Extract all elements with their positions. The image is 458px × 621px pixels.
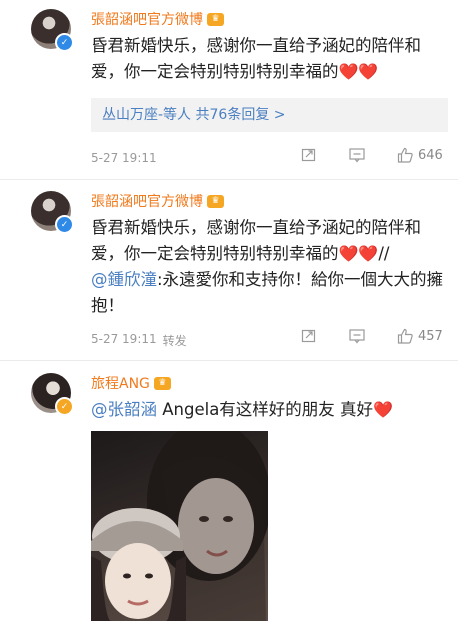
verified-gold-badge-icon: ✓ [55,397,74,416]
avatar[interactable]: ✓ [31,9,74,52]
comment-meta: 5-27 19:11 [91,151,157,165]
comment-text: 昏君新婚快乐，感谢你一直给予涵妃的陪伴和爱，你一定会特别特别特别幸福的❤️❤️ [91,33,446,85]
comment-actions: 457 [300,327,443,345]
photo-content [91,431,268,621]
comment-text: 昏君新婚快乐，感谢你一直给予涵妃的陪伴和爱，你一定会特别特别特别幸福的❤️❤️/… [91,215,446,319]
like-icon[interactable] [396,146,414,164]
heart-emoji: ❤️ [373,400,393,419]
comment-actions: 646 [300,146,443,164]
reply-preview[interactable]: 丛山万座-等人 共76条回复 > [91,98,448,132]
comment-body: Angela有这样好的朋友 真好 [157,400,374,419]
heart-emoji: ❤️❤️ [338,244,379,263]
verified-badge-icon: ✓ [55,215,74,234]
author-name[interactable]: 張韶涵吧官方微博 ♛ [91,9,224,29]
author-name[interactable]: 張韶涵吧官方微博 ♛ [91,191,224,211]
like-icon[interactable] [396,327,414,345]
mention-link[interactable]: @张韶涵 [91,400,157,419]
crown-icon: ♛ [207,194,224,208]
heart-emoji: ❤️❤️ [338,62,379,81]
like-count[interactable]: 457 [418,329,443,344]
divider [0,179,458,180]
reply-preview-user[interactable]: 丛山万座-等人 [102,107,191,123]
avatar[interactable]: ✓ [31,191,74,234]
comment-meta: 5-27 19:11 转发 [91,332,187,349]
crown-icon: ♛ [153,376,171,390]
repost-icon[interactable] [300,146,318,164]
mention-link[interactable]: @鍾欣潼 [91,270,157,289]
comment-icon[interactable] [348,327,366,345]
repost-label[interactable]: 转发 [163,332,187,349]
like-count[interactable]: 646 [418,148,443,163]
repost-separator: // [378,244,390,263]
timestamp: 5-27 19:11 [91,332,157,346]
author-name-text[interactable]: 旅程ANG [91,373,150,393]
crown-icon: ♛ [207,12,224,26]
attached-photo[interactable] [91,431,268,621]
avatar[interactable]: ✓ [31,373,74,416]
author-name-text[interactable]: 張韶涵吧官方微博 [91,191,203,211]
comment-icon[interactable] [348,146,366,164]
verified-badge-icon: ✓ [55,33,74,52]
repost-icon[interactable] [300,327,318,345]
author-name-text[interactable]: 張韶涵吧官方微博 [91,9,203,29]
timestamp: 5-27 19:11 [91,151,157,165]
reply-preview-count[interactable]: 共76条回复 > [196,107,286,123]
author-name[interactable]: 旅程ANG ♛ [91,373,171,393]
comment-text: @张韶涵 Angela有这样好的朋友 真好❤️ [91,397,446,423]
divider [0,360,458,361]
